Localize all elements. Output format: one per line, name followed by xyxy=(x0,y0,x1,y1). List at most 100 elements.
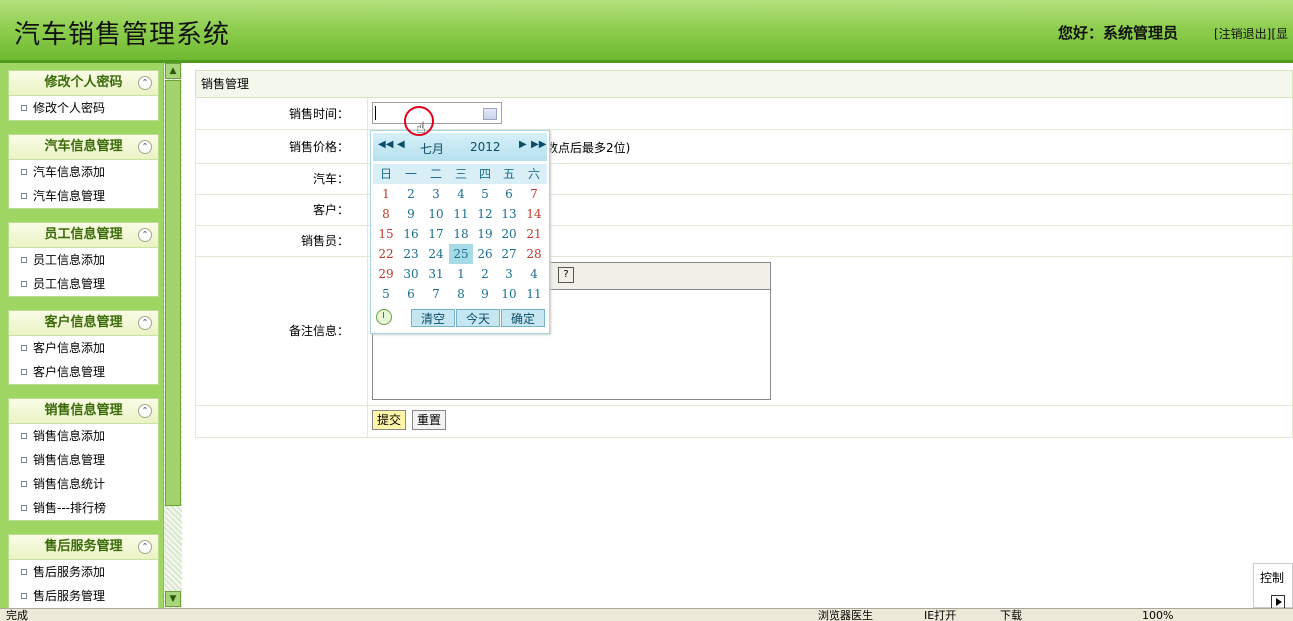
scroll-thumb[interactable] xyxy=(165,80,181,506)
next-year-icon[interactable]: ▶▶ xyxy=(531,139,546,150)
calendar-day[interactable]: 6 xyxy=(497,184,521,204)
confirm-date-button[interactable]: 确定 xyxy=(501,309,545,327)
calendar-day[interactable]: 7 xyxy=(522,184,546,204)
zoom-level[interactable]: 100% xyxy=(1142,609,1173,621)
browser-statusbar: 完成 浏览器医生 IE打开 下载 100% xyxy=(0,608,1293,621)
today-button[interactable]: 今天 xyxy=(456,309,500,327)
calendar-day[interactable]: 27 xyxy=(497,244,521,264)
sidebar-item-car-manage[interactable]: 汽车信息管理 xyxy=(9,184,158,208)
collapse-icon[interactable]: ⌃ xyxy=(138,540,152,554)
calendar-day[interactable]: 20 xyxy=(497,224,521,244)
calendar-day[interactable]: 5 xyxy=(374,284,398,304)
sidebar-item-change-password[interactable]: 修改个人密码 xyxy=(9,96,158,120)
calendar-day[interactable]: 14 xyxy=(522,204,546,224)
menu-group-title: 客户信息管理 xyxy=(44,315,123,330)
reset-button[interactable]: 重置 xyxy=(412,410,447,430)
menu-group-header[interactable]: 客户信息管理 ⌃ xyxy=(9,311,158,336)
calendar-day[interactable]: 4 xyxy=(522,264,546,284)
calendar-day[interactable]: 3 xyxy=(424,184,448,204)
sidebar-item-employee-add[interactable]: 员工信息添加 xyxy=(9,248,158,272)
calendar-day[interactable]: 19 xyxy=(473,224,497,244)
calendar-day[interactable]: 29 xyxy=(374,264,398,284)
calendar-day[interactable]: 9 xyxy=(399,204,423,224)
sidebar-item-sales-ranking[interactable]: 销售---排行榜 xyxy=(9,496,158,520)
sidebar-item-sales-manage[interactable]: 销售信息管理 xyxy=(9,448,158,472)
calendar-day[interactable]: 24 xyxy=(424,244,448,264)
menu-group-header[interactable]: 售后服务管理 ⌃ xyxy=(9,535,158,560)
collapse-icon[interactable]: ⌃ xyxy=(138,228,152,242)
calendar-day[interactable]: 1 xyxy=(449,264,473,284)
calendar-day[interactable]: 11 xyxy=(522,284,546,304)
calendar-day[interactable]: 26 xyxy=(473,244,497,264)
menu-group-header[interactable]: 销售信息管理 ⌃ xyxy=(9,399,158,424)
calendar-day[interactable]: 25 xyxy=(449,244,473,264)
sidebar-item-sales-stats[interactable]: 销售信息统计 xyxy=(9,472,158,496)
sidebar-item-car-add[interactable]: 汽车信息添加 xyxy=(9,160,158,184)
calendar-day[interactable]: 10 xyxy=(497,284,521,304)
weekday-label: 六 xyxy=(527,167,540,181)
clear-date-button[interactable]: 清空 xyxy=(411,309,455,327)
calendar-day[interactable]: 22 xyxy=(374,244,398,264)
ie-open-link[interactable]: IE打开 xyxy=(924,609,956,621)
sidebar-item-aftersales-add[interactable]: 售后服务添加 xyxy=(9,560,158,584)
calendar-week-row: 1234567 xyxy=(373,184,547,204)
play-icon[interactable] xyxy=(1271,595,1285,609)
menu-group-header[interactable]: 汽车信息管理 ⌃ xyxy=(9,135,158,160)
calendar-day[interactable]: 1 xyxy=(374,184,398,204)
collapse-icon[interactable]: ⌃ xyxy=(138,76,152,90)
collapse-icon[interactable]: ⌃ xyxy=(138,316,152,330)
menu-group-title: 售后服务管理 xyxy=(44,539,123,554)
menu-group-employee: 员工信息管理 ⌃ 员工信息添加 员工信息管理 xyxy=(8,222,159,297)
calendar-day[interactable]: 8 xyxy=(374,204,398,224)
menu-group-header[interactable]: 员工信息管理 ⌃ xyxy=(9,223,158,248)
calendar-day[interactable]: 28 xyxy=(522,244,546,264)
sale-time-input[interactable] xyxy=(372,102,502,124)
scroll-down-icon[interactable]: ▼ xyxy=(165,591,181,607)
calendar-day[interactable]: 16 xyxy=(399,224,423,244)
calendar-day[interactable]: 21 xyxy=(522,224,546,244)
calendar-year[interactable]: 2012 xyxy=(470,140,501,154)
collapse-icon[interactable]: ⌃ xyxy=(138,140,152,154)
sidebar-item-aftersales-manage[interactable]: 售后服务管理 xyxy=(9,584,158,608)
prev-year-icon[interactable]: ◀◀ xyxy=(378,139,393,150)
sidebar-item-customer-add[interactable]: 客户信息添加 xyxy=(9,336,158,360)
browser-doctor-link[interactable]: 浏览器医生 xyxy=(818,609,873,621)
submit-button[interactable]: 提交 xyxy=(372,410,407,430)
calendar-day[interactable]: 2 xyxy=(473,264,497,284)
calendar-day[interactable]: 7 xyxy=(424,284,448,304)
calendar-icon[interactable] xyxy=(483,108,497,120)
calendar-day[interactable]: 30 xyxy=(399,264,423,284)
calendar-day[interactable]: 31 xyxy=(424,264,448,284)
header-extra-link[interactable]: [显 xyxy=(1271,27,1288,41)
scroll-up-icon[interactable]: ▲ xyxy=(165,63,181,79)
help-icon[interactable]: ? xyxy=(558,267,574,283)
calendar-day[interactable]: 2 xyxy=(399,184,423,204)
logout-link[interactable]: [注销退出] xyxy=(1214,27,1271,41)
calendar-day[interactable]: 23 xyxy=(399,244,423,264)
calendar-day[interactable]: 6 xyxy=(399,284,423,304)
next-month-icon[interactable]: ▶ xyxy=(519,139,527,150)
calendar-day[interactable]: 17 xyxy=(424,224,448,244)
calendar-day[interactable]: 12 xyxy=(473,204,497,224)
calendar-day[interactable]: 5 xyxy=(473,184,497,204)
calendar-day[interactable]: 4 xyxy=(449,184,473,204)
calendar-day[interactable]: 9 xyxy=(473,284,497,304)
calendar-day[interactable]: 18 xyxy=(449,224,473,244)
sale-time-label: 销售时间： xyxy=(196,98,368,129)
download-link[interactable]: 下载 xyxy=(1000,609,1022,621)
calendar-day[interactable]: 8 xyxy=(449,284,473,304)
calendar-day[interactable]: 3 xyxy=(497,264,521,284)
sidebar-item-employee-manage[interactable]: 员工信息管理 xyxy=(9,272,158,296)
calendar-day[interactable]: 15 xyxy=(374,224,398,244)
calendar-month[interactable]: 七月 xyxy=(420,140,444,157)
calendar-day[interactable]: 13 xyxy=(497,204,521,224)
sidebar-item-customer-manage[interactable]: 客户信息管理 xyxy=(9,360,158,384)
sidebar-item-sales-add[interactable]: 销售信息添加 xyxy=(9,424,158,448)
clock-icon[interactable] xyxy=(376,309,392,325)
calendar-day[interactable]: 10 xyxy=(424,204,448,224)
prev-month-icon[interactable]: ◀ xyxy=(397,139,405,150)
collapse-icon[interactable]: ⌃ xyxy=(138,404,152,418)
calendar-day[interactable]: 11 xyxy=(449,204,473,224)
menu-group-header[interactable]: 修改个人密码 ⌃ xyxy=(9,71,158,96)
sidebar-scrollbar[interactable]: ▲ ▼ xyxy=(163,63,182,608)
